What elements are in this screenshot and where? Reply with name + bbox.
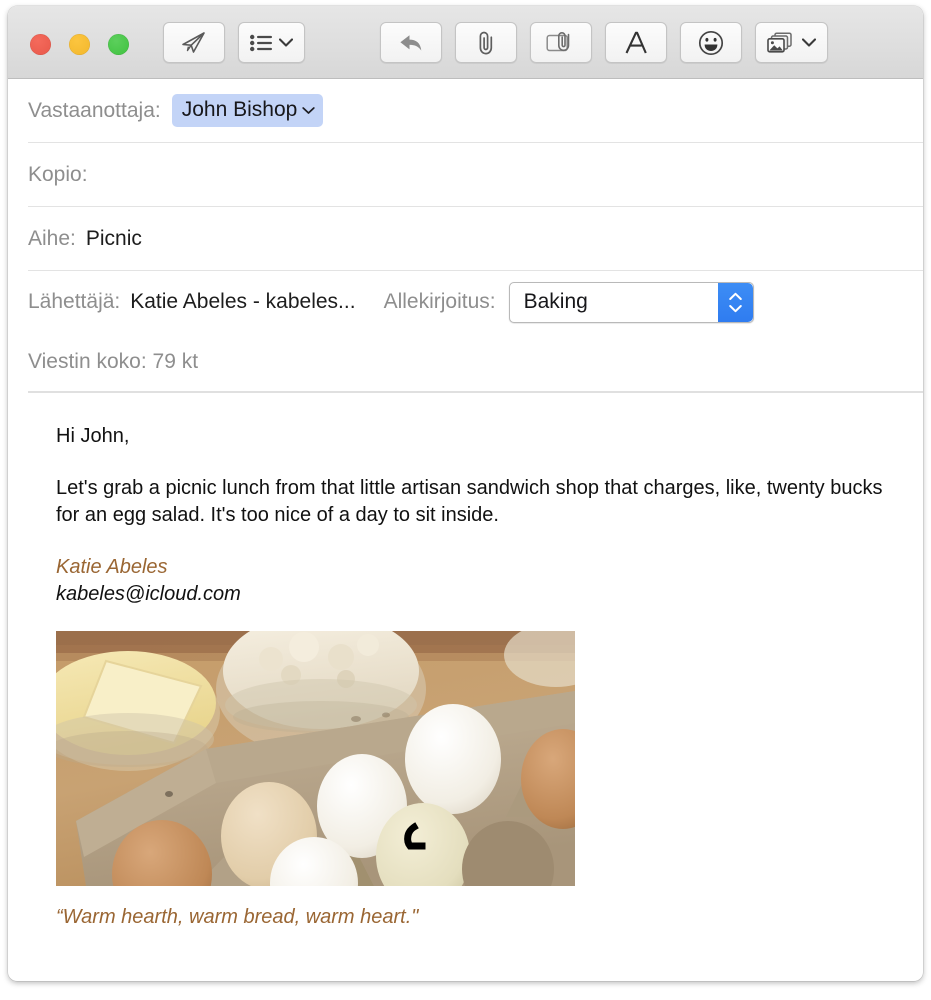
letter-a-icon xyxy=(624,30,648,56)
toolbar-group-right xyxy=(380,22,828,63)
message-size-text: Viestin koko: 79 kt xyxy=(28,350,199,373)
field-row-from[interactable]: Lähettäjä: Katie Abeles - kabeles... All… xyxy=(28,271,923,333)
signature-popup-button[interactable]: Baking xyxy=(508,281,754,323)
recipient-token-label: John Bishop xyxy=(181,98,298,121)
stationery-button[interactable] xyxy=(238,22,305,63)
baking-ingredients-photo[interactable] xyxy=(56,630,575,886)
attach-button[interactable] xyxy=(455,22,517,63)
markup-attachment-icon xyxy=(546,31,576,55)
from-value[interactable]: Katie Abeles - kabeles... xyxy=(130,290,355,314)
photo-artwork xyxy=(56,630,575,886)
signature-quote: “Warm hearth, warm bread, warm heart." xyxy=(56,905,419,928)
to-label: Vastaanottaja: xyxy=(28,98,161,122)
maximize-window-button[interactable] xyxy=(108,34,129,55)
emoji-button[interactable] xyxy=(680,22,742,63)
signature-name: Katie Abeles xyxy=(56,556,168,579)
toolbar-group-left xyxy=(163,22,305,63)
reply-button[interactable] xyxy=(380,22,442,63)
stepper-icon[interactable] xyxy=(717,282,753,322)
cc-label: Kopio: xyxy=(28,162,88,186)
subject-label: Aihe: xyxy=(28,226,76,250)
compose-header-fields: Vastaanottaja: John Bishop Kopio: Aihe: … xyxy=(8,79,923,393)
signature-popup-value: Baking xyxy=(523,290,588,313)
reply-arrow-icon xyxy=(398,32,424,54)
chevron-down-icon xyxy=(279,38,293,47)
minimize-window-button[interactable] xyxy=(69,34,90,55)
paperclip-icon xyxy=(475,30,497,56)
body-greeting: Hi John, xyxy=(56,425,130,447)
subject-value[interactable]: Picnic xyxy=(86,227,142,251)
body-paragraph: Let's grab a picnic lunch from that litt… xyxy=(56,477,883,526)
signature-label: Allekirjoitus: xyxy=(383,290,496,313)
chevron-down-icon xyxy=(302,106,315,115)
from-label: Lähettäjä: xyxy=(28,290,121,313)
markup-button[interactable] xyxy=(530,22,592,63)
paper-plane-icon xyxy=(181,31,207,55)
signature-email: kabeles@icloud.com xyxy=(56,583,241,606)
send-button[interactable] xyxy=(163,22,225,63)
photo-browser-button[interactable] xyxy=(755,22,828,63)
field-row-cc[interactable]: Kopio: xyxy=(28,143,923,207)
photos-icon xyxy=(767,31,795,55)
list-icon xyxy=(250,34,272,52)
chevron-down-icon xyxy=(802,38,816,47)
format-button[interactable] xyxy=(605,22,667,63)
traffic-lights xyxy=(30,34,129,55)
smiley-icon xyxy=(698,30,724,56)
message-body[interactable]: Hi John, Let's grab a picnic lunch from … xyxy=(8,393,923,981)
message-size-row: Viestin koko: 79 kt xyxy=(28,333,923,391)
field-row-subject[interactable]: Aihe: Picnic xyxy=(28,207,923,271)
close-window-button[interactable] xyxy=(30,34,51,55)
recipient-token-john-bishop[interactable]: John Bishop xyxy=(171,94,324,127)
window-toolbar xyxy=(8,6,923,79)
mail-compose-window: Vastaanottaja: John Bishop Kopio: Aihe: … xyxy=(8,6,923,981)
field-row-to[interactable]: Vastaanottaja: John Bishop xyxy=(28,79,923,143)
